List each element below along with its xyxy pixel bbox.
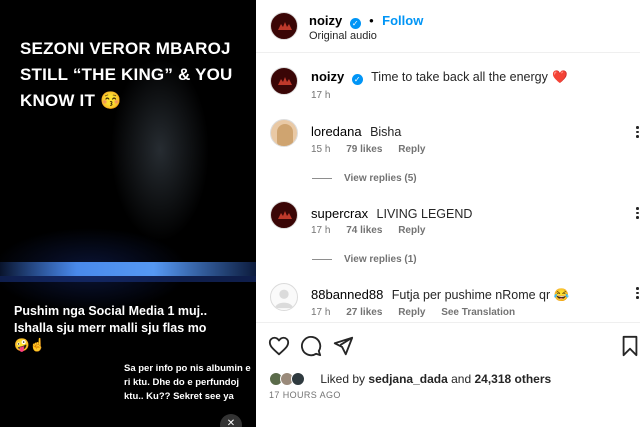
view-replies-button[interactable]: View replies (1) [312, 254, 417, 265]
caption-time[interactable]: 17 h [311, 90, 330, 101]
comment-username[interactable]: loredana [311, 124, 362, 139]
comment-time[interactable]: 17 h [311, 225, 330, 236]
media-title-overlay: SEZONI VEROR MBAROJ STILL “THE KING” & Y… [20, 39, 233, 110]
author-username[interactable]: noizy [309, 13, 342, 28]
header-title-row: noizy ✓ • Follow [309, 12, 423, 30]
comment-text: LIVING LEGEND [376, 207, 473, 221]
post-media[interactable]: SEZONI VEROR MBAROJ STILL “THE KING” & Y… [0, 0, 256, 427]
replies-divider [312, 258, 332, 260]
comment-avatar[interactable] [270, 283, 298, 311]
caption-text: Time to take back all the energy [371, 70, 548, 84]
comment-row: supercrax LIVING LEGEND [311, 205, 472, 223]
reply-button[interactable]: Reply [398, 225, 425, 236]
replies-divider [312, 177, 332, 179]
comment-meta: 17 h 27 likes Reply See Translation [311, 307, 528, 318]
comment-text: Bisha [370, 125, 402, 139]
caption-username[interactable]: noizy [311, 69, 344, 84]
post-details-panel: noizy ✓ • Follow Original audio noizy ✓ … [256, 0, 640, 427]
comment-avatar[interactable] [270, 201, 298, 229]
caption-row: noizy ✓ Time to take back all the energy… [311, 68, 568, 86]
likes-prefix: Liked by [320, 372, 366, 386]
stage-lights-lower [0, 276, 256, 282]
share-icon[interactable] [332, 335, 354, 357]
see-translation-button[interactable]: See Translation [441, 307, 515, 318]
comment-likes[interactable]: 74 likes [346, 225, 382, 236]
view-replies-button[interactable]: View replies (5) [312, 173, 417, 184]
likes-middle: and [451, 372, 472, 386]
media-mid-overlay: Pushim nga Social Media 1 muj.. Ishalla … [14, 304, 208, 352]
comment-row: 88banned88 Futja per pushime nRome qr 😂 [311, 286, 569, 304]
heart-icon[interactable] [268, 335, 290, 357]
comment-likes[interactable]: 27 likes [346, 307, 382, 318]
comment-time[interactable]: 17 h [311, 307, 330, 318]
liker-avatars[interactable] [269, 372, 313, 386]
logo-icon [278, 22, 292, 30]
liker-avatar [291, 372, 305, 386]
verified-badge-icon: ✓ [351, 74, 363, 85]
post-timestamp[interactable]: 17 HOURS AGO [269, 390, 341, 400]
caption-heart-emoji: ❤️ [552, 70, 568, 84]
liked-by-user[interactable]: sedjana_dada [368, 372, 447, 386]
comment-icon[interactable] [300, 335, 322, 357]
comment-row: loredana Bisha [311, 123, 401, 141]
view-replies-label: View replies (1) [344, 254, 417, 265]
actions-divider [256, 322, 640, 323]
stage-lights [0, 262, 256, 276]
follow-button[interactable]: Follow [382, 13, 423, 28]
more-options-icon[interactable] [636, 207, 640, 221]
comment-username[interactable]: 88banned88 [311, 287, 383, 302]
comment-avatar[interactable] [270, 119, 298, 147]
comment-time[interactable]: 15 h [311, 144, 330, 155]
media-small-overlay: Sa per info po nis albumin e ri ktu. Dhe… [124, 363, 251, 402]
logo-icon [278, 211, 292, 219]
comment-likes[interactable]: 79 likes [346, 144, 382, 155]
caption-avatar[interactable] [270, 67, 298, 95]
audio-label[interactable]: Original audio [309, 30, 377, 42]
likes-count[interactable]: 24,318 others [474, 372, 551, 386]
reply-button[interactable]: Reply [398, 307, 425, 318]
comment-username[interactable]: supercrax [311, 206, 368, 221]
reply-button[interactable]: Reply [398, 144, 425, 155]
separator-dot: • [369, 13, 374, 28]
more-options-icon[interactable] [636, 126, 640, 140]
avatar-photo [277, 124, 293, 146]
likes-summary: Liked by sedjana_dada and 24,318 others [269, 372, 551, 386]
comment-meta: 15 h 79 likes Reply [311, 144, 438, 155]
default-avatar-icon [274, 289, 294, 309]
author-avatar[interactable] [270, 12, 298, 40]
caption-meta: 17 h [311, 90, 343, 101]
more-options-icon[interactable] [636, 287, 640, 301]
logo-icon [278, 77, 292, 85]
view-replies-label: View replies (5) [344, 173, 417, 184]
comment-text: Futja per pushime nRome qr 😂 [391, 288, 570, 302]
post-header: noizy ✓ • Follow Original audio [256, 0, 640, 53]
comment-meta: 17 h 74 likes Reply [311, 225, 438, 236]
bookmark-icon[interactable] [621, 335, 639, 357]
verified-badge-icon: ✓ [349, 18, 361, 29]
